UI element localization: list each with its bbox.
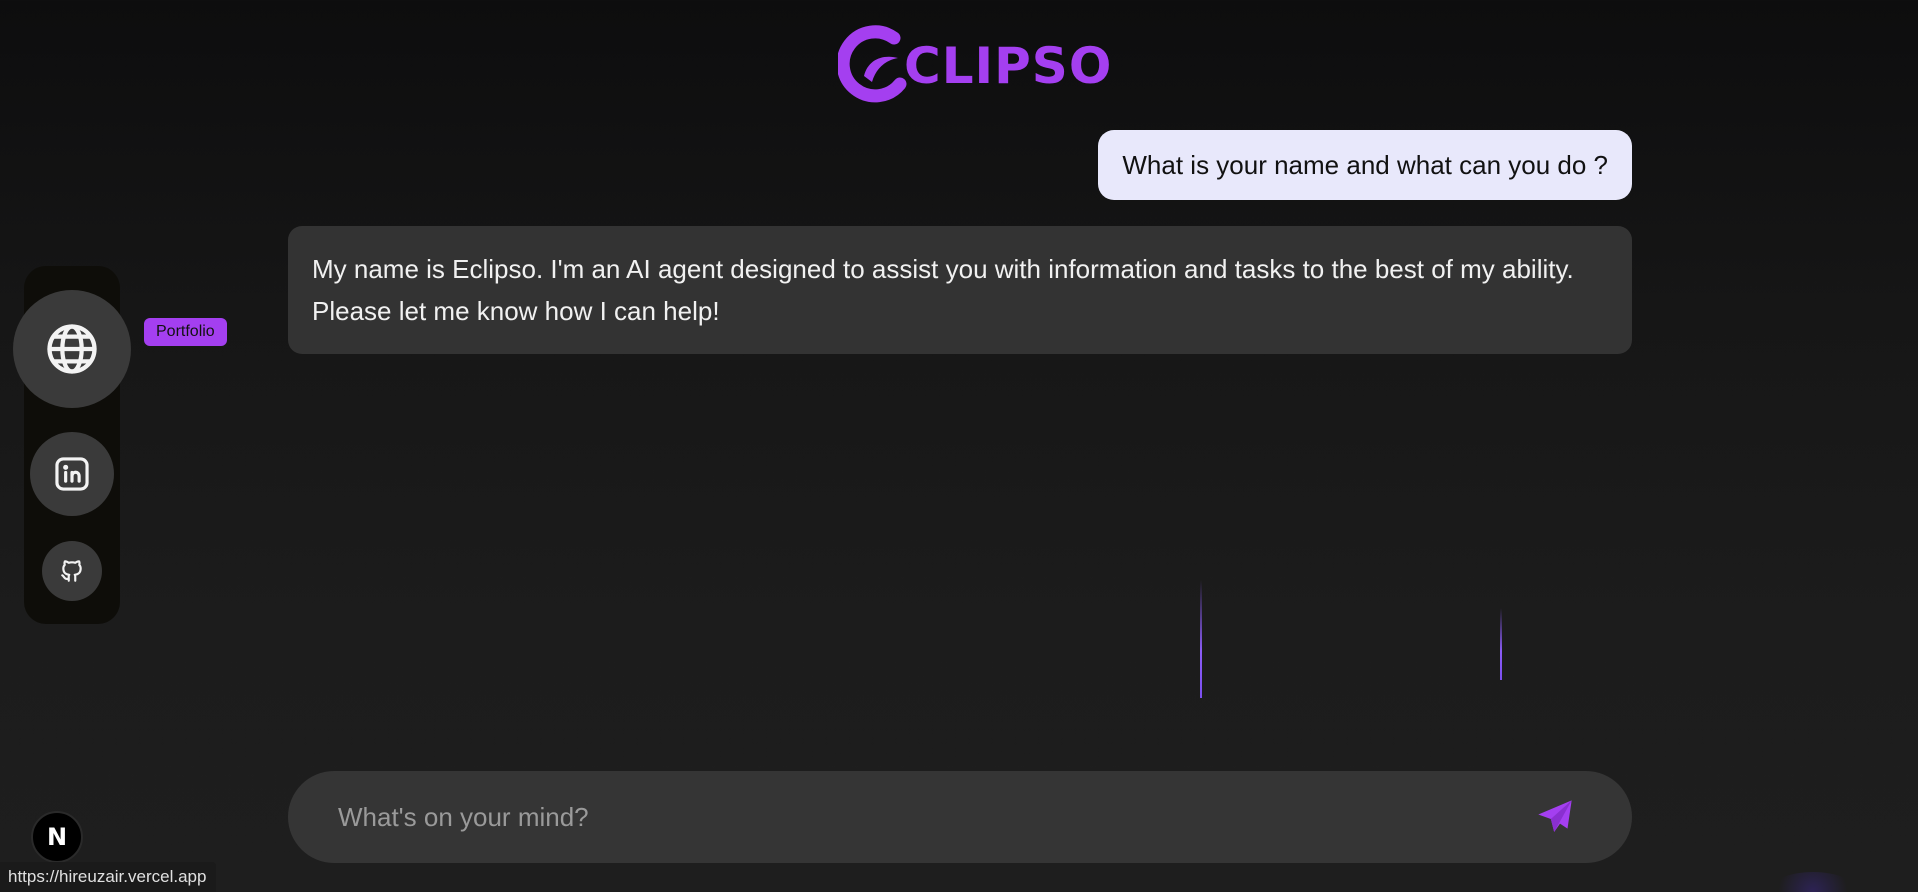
portfolio-tooltip: Portfolio [144,318,227,346]
chat-input[interactable] [338,771,1488,863]
accent-line [1200,580,1202,698]
accent-line [1500,608,1502,680]
assistant-message: My name is Eclipso. I'm an AI agent desi… [288,226,1632,354]
github-button[interactable] [42,541,102,601]
next-badge-label: N [46,823,68,851]
chat-input-bar [288,771,1632,863]
logo-text: CLIPSO [904,37,1113,95]
status-bar-url: https://hireuzair.vercel.app [0,862,217,892]
eclipso-c-icon [838,25,907,103]
linkedin-icon [55,457,89,491]
user-message: What is your name and what can you do ? [1098,130,1632,200]
globe-icon [47,324,97,374]
linkedin-button[interactable] [30,432,114,516]
corner-glow [1768,872,1858,892]
portfolio-button[interactable] [13,290,131,408]
nextjs-icon[interactable]: N [31,811,83,863]
app-logo: CLIPSO [838,24,1112,108]
github-icon [61,560,82,582]
send-icon[interactable] [1534,797,1576,837]
